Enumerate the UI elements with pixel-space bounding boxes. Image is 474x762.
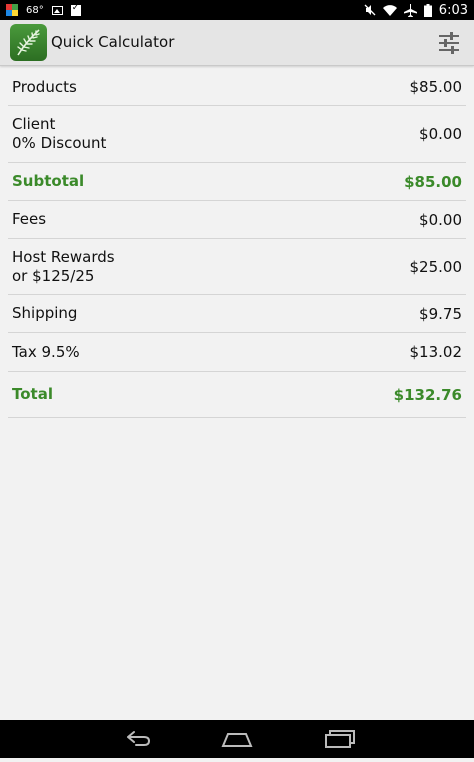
row-label: Tax 9.5% [12, 342, 80, 361]
fern-leaf-icon[interactable] [10, 24, 47, 61]
navigation-bar [0, 720, 474, 758]
row-fees[interactable]: Fees $0.00 [8, 201, 466, 239]
row-value: $0.00 [419, 210, 462, 229]
row-label: Client 0% Discount [12, 115, 106, 153]
row-sublabel: or $125/25 [12, 266, 95, 285]
row-host-rewards[interactable]: Host Rewards or $125/25 $25.00 [8, 239, 466, 295]
row-value: $13.02 [409, 343, 463, 361]
row-tax[interactable]: Tax 9.5% $13.02 [8, 333, 466, 372]
home-icon [221, 733, 253, 747]
row-label: Shipping [12, 304, 78, 322]
action-bar: Quick Calculator [0, 20, 474, 66]
airplane-mode-icon [403, 3, 417, 17]
row-subtotal: Subtotal $85.00 [8, 163, 466, 201]
recents-button[interactable] [309, 720, 369, 758]
sliders-icon [439, 32, 459, 54]
row-label: Subtotal [12, 172, 85, 190]
row-sublabel: 0% Discount [12, 134, 107, 152]
home-button[interactable] [207, 720, 267, 758]
row-value: $132.76 [393, 385, 462, 404]
image-notification-icon [51, 5, 63, 15]
row-label-main: Host Rewards [12, 247, 115, 266]
row-value: $85.00 [404, 172, 462, 191]
back-button[interactable] [106, 720, 166, 758]
mute-icon [364, 4, 376, 16]
settings-sliders-button[interactable] [436, 30, 462, 56]
row-shipping[interactable]: Shipping $9.75 [8, 295, 466, 333]
back-icon [127, 731, 151, 746]
row-products: Products $85.00 [8, 69, 466, 106]
calculation-list: Products $85.00 Client 0% Discount $0.00… [8, 69, 466, 418]
row-label: Host Rewards or $125/25 [12, 248, 115, 286]
row-total: Total $132.76 [8, 372, 466, 418]
row-value: $0.00 [419, 125, 462, 143]
recents-icon [325, 730, 355, 748]
row-value: $25.00 [409, 257, 463, 276]
wifi-icon [382, 4, 397, 16]
clock: 6:03 [438, 2, 468, 18]
row-label: Total [12, 385, 53, 403]
row-label-main: Client [12, 115, 56, 133]
row-value: $85.00 [409, 78, 463, 96]
app-notification-icon [6, 4, 18, 16]
weather-temperature: 68° [26, 4, 44, 16]
status-bar: 68° 6:03 [0, 0, 474, 20]
row-label: Products [12, 77, 77, 96]
clipboard-check-icon [70, 3, 81, 16]
battery-icon [423, 3, 432, 17]
row-value: $9.75 [419, 304, 462, 323]
row-label: Fees [12, 210, 47, 228]
row-client[interactable]: Client 0% Discount $0.00 [8, 106, 466, 163]
app-title: Quick Calculator [51, 33, 175, 51]
